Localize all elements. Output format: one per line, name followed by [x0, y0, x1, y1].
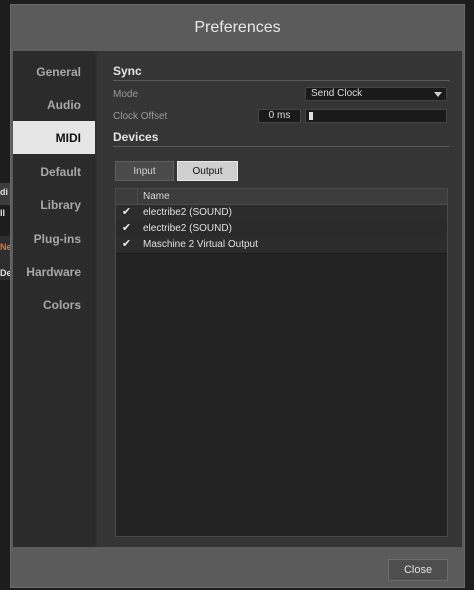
mode-dropdown[interactable]: Send Clock [305, 87, 447, 101]
checkmark-icon[interactable]: ✔ [121, 239, 132, 250]
mode-label: Mode [113, 89, 139, 100]
devices-section-title: Devices [113, 130, 159, 144]
dialog-title: Preferences [194, 19, 281, 36]
preferences-sidebar: General Audio MIDI Default Library Plug-… [13, 51, 95, 547]
preferences-dialog: Preferences General Audio MIDI Default L… [10, 4, 465, 588]
device-name: electribe2 (SOUND) [143, 223, 232, 234]
section-divider [113, 146, 450, 147]
sidebar-item-general[interactable]: General [13, 55, 95, 88]
sidebar-item-colors[interactable]: Colors [13, 288, 95, 321]
mode-value: Send Clock [311, 88, 363, 99]
clock-offset-label: Clock Offset [113, 111, 168, 122]
device-name: electribe2 (SOUND) [143, 207, 232, 218]
sidebar-item-plugins[interactable]: Plug-ins [13, 222, 95, 255]
sidebar-item-midi[interactable]: MIDI [13, 121, 95, 154]
devices-table: Name ✔ electribe2 (SOUND) ✔ electribe2 (… [115, 188, 448, 537]
name-column-header[interactable]: Name [143, 189, 170, 204]
tab-output[interactable]: Output [177, 161, 238, 181]
table-row[interactable]: ✔ Maschine 2 Virtual Output [116, 237, 447, 254]
table-row[interactable]: ✔ electribe2 (SOUND) [116, 221, 447, 238]
clock-offset-slider[interactable] [305, 109, 447, 123]
tab-input[interactable]: Input [115, 161, 174, 181]
chevron-down-icon [434, 92, 442, 97]
sidebar-item-audio[interactable]: Audio [13, 88, 95, 121]
dialog-footer: Close [11, 547, 464, 587]
check-column-header[interactable] [116, 189, 138, 204]
slider-handle[interactable] [309, 112, 313, 120]
sidebar-item-hardware[interactable]: Hardware [13, 255, 95, 288]
midi-settings-panel: Sync Mode Send Clock Clock Offset 0 ms D… [97, 51, 462, 547]
table-row[interactable]: ✔ electribe2 (SOUND) [116, 205, 447, 222]
sidebar-item-library[interactable]: Library [13, 188, 95, 221]
table-header: Name [116, 189, 447, 205]
sidebar-item-default[interactable]: Default [13, 155, 95, 188]
dialog-body: General Audio MIDI Default Library Plug-… [13, 51, 462, 547]
sync-section-title: Sync [113, 64, 142, 78]
close-button[interactable]: Close [388, 559, 448, 581]
device-name: Maschine 2 Virtual Output [143, 239, 258, 250]
checkmark-icon[interactable]: ✔ [121, 207, 132, 218]
section-divider [113, 80, 450, 81]
checkmark-icon[interactable]: ✔ [121, 223, 132, 234]
clock-offset-value[interactable]: 0 ms [258, 109, 301, 123]
